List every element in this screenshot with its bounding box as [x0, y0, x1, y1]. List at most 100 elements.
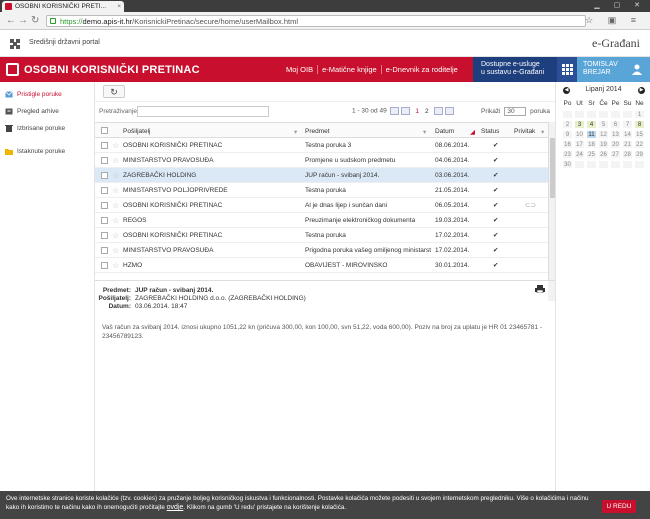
next-month-icon[interactable]: ▶: [638, 87, 645, 94]
sidebar-item-starred[interactable]: Istaknute poruke: [0, 143, 94, 160]
calendar-day[interactable]: 14: [622, 130, 633, 139]
calendar-day[interactable]: 18: [586, 140, 597, 149]
prev-page-button[interactable]: [400, 107, 410, 115]
apps-grid-icon[interactable]: [557, 57, 577, 82]
app-title[interactable]: OSOBNI KORISNIČKI PRETINAC: [24, 64, 200, 76]
select-all-checkbox[interactable]: [101, 127, 108, 134]
sort-sender-icon[interactable]: ▾: [294, 128, 297, 136]
table-row[interactable]: ☆ OSOBNI KORISNIČKI PRETINAC Al je dnas …: [95, 198, 555, 213]
calendar-day[interactable]: 7: [622, 120, 633, 129]
calendar-day[interactable]: 16: [562, 140, 573, 149]
calendar-day[interactable]: 28: [622, 150, 633, 159]
column-sender[interactable]: Pošiljatelj: [123, 128, 150, 135]
calendar-day[interactable]: 29: [634, 150, 645, 159]
portal-name[interactable]: Središnji državni portal: [29, 39, 100, 46]
calendar-day[interactable]: 13: [610, 130, 621, 139]
url-field[interactable]: https://demo.apis-it.hr/KorisnickiPretin…: [46, 15, 586, 27]
star-icon[interactable]: ☆: [112, 213, 119, 228]
row-checkbox[interactable]: [101, 232, 108, 239]
table-row[interactable]: ☆ REGOS Preuzimanje elektroničkog dokume…: [95, 213, 555, 228]
calendar-day[interactable]: 21: [622, 140, 633, 149]
calendar-day[interactable]: 3: [574, 120, 585, 129]
calendar-day[interactable]: 17: [574, 140, 585, 149]
reload-icon[interactable]: ↻: [31, 15, 39, 27]
sidebar-item-inbox[interactable]: Pristigle poruke: [0, 86, 94, 103]
calendar-day[interactable]: 6: [610, 120, 621, 129]
calendar-day[interactable]: 12: [598, 130, 609, 139]
page-size-select[interactable]: 30: [504, 107, 527, 116]
row-checkbox[interactable]: [101, 217, 108, 224]
table-row[interactable]: ☆ HZMO OBAVIJEST - MIROVINSKO 30.01.2014…: [95, 258, 555, 273]
calendar-day[interactable]: 1: [634, 110, 645, 119]
row-checkbox[interactable]: [101, 202, 108, 209]
sort-attachment-icon[interactable]: ▾: [541, 128, 544, 136]
calendar-day[interactable]: 23: [562, 150, 573, 159]
forward-icon[interactable]: →: [18, 15, 28, 27]
print-icon[interactable]: [535, 285, 545, 293]
calendar-day[interactable]: 4: [586, 120, 597, 129]
calendar-day[interactable]: 10: [574, 130, 585, 139]
calendar-day[interactable]: 20: [610, 140, 621, 149]
calendar-day[interactable]: 2: [562, 120, 573, 129]
list-scrollbar[interactable]: [548, 122, 555, 280]
link-e-dnevnik[interactable]: e-Dnevnik za roditelje: [380, 65, 462, 74]
cookie-more-link[interactable]: ovdje: [167, 504, 184, 511]
refresh-button[interactable]: ↻: [103, 85, 125, 98]
row-checkbox[interactable]: [101, 247, 108, 254]
search-input[interactable]: [137, 106, 269, 117]
calendar-day[interactable]: 8: [634, 120, 645, 129]
star-icon[interactable]: ☆: [112, 258, 119, 273]
calendar-day[interactable]: 25: [586, 150, 597, 159]
table-row[interactable]: ☆ MINISTARSTVO POLJOPRIVREDE Testna poru…: [95, 183, 555, 198]
e-gradani-brand[interactable]: e-Građani: [592, 36, 640, 51]
page-2-link[interactable]: 2: [425, 108, 429, 115]
calendar-day[interactable]: 19: [598, 140, 609, 149]
star-icon[interactable]: ☆: [112, 228, 119, 243]
back-icon[interactable]: ←: [6, 15, 16, 27]
user-menu[interactable]: TOMISLAV BREJAR: [577, 57, 650, 82]
preview-scrollbar[interactable]: [548, 281, 555, 301]
cookie-accept-button[interactable]: U REDU: [602, 500, 636, 513]
calendar-day[interactable]: 11: [586, 130, 597, 139]
star-icon[interactable]: ☆: [112, 183, 119, 198]
first-page-button[interactable]: [389, 107, 399, 115]
star-icon[interactable]: ☆: [112, 138, 119, 153]
calendar-day[interactable]: 27: [610, 150, 621, 159]
calendar-day[interactable]: 15: [634, 130, 645, 139]
calendar-day[interactable]: 22: [634, 140, 645, 149]
sidebar-item-deleted[interactable]: Izbrisane poruke: [0, 120, 94, 137]
table-row-selected[interactable]: ☆ ZAGREBAČKI HOLDING JUP račun - svibanj…: [95, 168, 555, 183]
column-date[interactable]: Datum: [435, 128, 454, 135]
table-row[interactable]: ☆ MINISTARSTVO PRAVOSUĐA Prigodna poruka…: [95, 243, 555, 258]
available-services-button[interactable]: Dostupne e-usluge u sustavu e-Građani: [473, 57, 557, 82]
next-page-button[interactable]: [434, 107, 444, 115]
row-checkbox[interactable]: [101, 142, 108, 149]
row-checkbox[interactable]: [101, 157, 108, 164]
calendar-day[interactable]: 30: [562, 160, 573, 169]
browser-tab[interactable]: OSOBNI KORISNIČKI PRETI... ×: [2, 1, 124, 12]
column-status[interactable]: Status: [481, 128, 499, 135]
link-moj-oib[interactable]: Moj OIB: [282, 65, 317, 74]
close-tab-icon[interactable]: ×: [117, 1, 121, 12]
table-row[interactable]: ☆ MINISTARSTVO PRAVOSUĐA Promjene u suds…: [95, 153, 555, 168]
browser-toolbar-icons[interactable]: ☆ ▣ ≡: [585, 15, 642, 26]
page-1-link[interactable]: 1: [415, 108, 419, 115]
table-row[interactable]: ☆ OSOBNI KORISNIČKI PRETINAC Testna poru…: [95, 138, 555, 153]
star-icon[interactable]: ☆: [112, 198, 119, 213]
calendar-day[interactable]: 24: [574, 150, 585, 159]
link-maticne-knjige[interactable]: e-Matične knjige: [317, 65, 381, 74]
column-attachment[interactable]: Privitak: [514, 128, 535, 135]
sort-subject-icon[interactable]: ▾: [423, 128, 426, 136]
prev-month-icon[interactable]: ◀: [563, 87, 570, 94]
last-page-button[interactable]: [445, 107, 455, 115]
calendar-day[interactable]: 5: [598, 120, 609, 129]
calendar-day[interactable]: 26: [598, 150, 609, 159]
star-icon[interactable]: ☆: [112, 243, 119, 258]
table-row[interactable]: ☆ OSOBNI KORISNIČKI PRETINAC Testna poru…: [95, 228, 555, 243]
row-checkbox[interactable]: [101, 262, 108, 269]
row-checkbox[interactable]: [101, 172, 108, 179]
star-icon[interactable]: ☆: [112, 168, 119, 183]
star-icon[interactable]: ☆: [112, 153, 119, 168]
column-subject[interactable]: Predmet: [305, 128, 330, 135]
sidebar-item-archive[interactable]: Pregled arhive: [0, 103, 94, 120]
